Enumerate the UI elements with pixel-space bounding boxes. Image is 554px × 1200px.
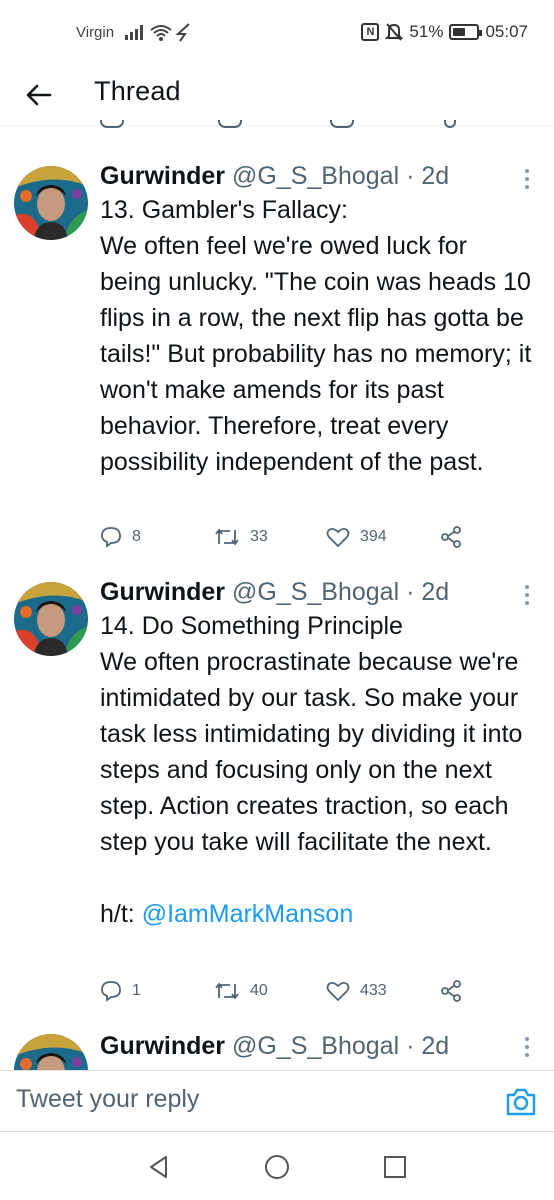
like-count: 433 <box>360 982 387 999</box>
sync-icon <box>175 23 190 42</box>
share-icon <box>441 980 461 1002</box>
author-handle[interactable]: @G_S_Bhogal <box>232 162 399 190</box>
tweet-header: Gurwinder @G_S_Bhogal · 2d <box>100 160 534 192</box>
retweet-button[interactable]: 33 <box>214 526 268 548</box>
retweet-icon <box>215 528 239 546</box>
avatar-image <box>14 1034 88 1070</box>
previous-tweet-actions <box>100 120 480 132</box>
reply-bar <box>0 1070 554 1132</box>
like-button[interactable]: 394 <box>326 526 387 548</box>
avatar-image <box>14 582 88 656</box>
reply-input[interactable] <box>16 1085 476 1114</box>
like-button[interactable]: 433 <box>326 980 387 1002</box>
tweet-header: Gurwinder @G_S_Bhogal · 2d <box>100 576 534 608</box>
battery-icon <box>449 24 483 40</box>
wifi-icon <box>150 25 172 41</box>
nav-back-icon[interactable] <box>146 1154 172 1180</box>
clock: 05:07 <box>485 22 528 41</box>
tweet-time: · 2d <box>406 162 450 190</box>
avatar[interactable] <box>14 582 88 656</box>
tweet-header: Gurwinder @G_S_Bhogal · 2d <box>100 1030 534 1062</box>
avatar[interactable] <box>14 166 88 240</box>
reply-count: 8 <box>132 528 141 545</box>
retweet-icon <box>215 982 239 1000</box>
author-handle[interactable]: @G_S_Bhogal <box>232 578 399 606</box>
system-nav-bar <box>0 1132 554 1200</box>
more-options-icon[interactable] <box>524 1036 530 1058</box>
tweet-time: · 2d <box>406 1032 450 1060</box>
signal-icon <box>125 25 143 40</box>
reply-button[interactable]: 8 <box>100 526 141 548</box>
tweet-time: · 2d <box>406 578 450 606</box>
nav-home-icon[interactable] <box>264 1154 290 1180</box>
back-arrow-icon[interactable] <box>24 80 54 110</box>
author-handle[interactable]: @G_S_Bhogal <box>232 1032 399 1060</box>
tweet-actions: 1 40 433 <box>100 980 480 1010</box>
tweet-text: 14. Do Something Principle We often proc… <box>100 608 534 932</box>
retweet-count: 33 <box>250 528 268 545</box>
retweet-count: 40 <box>250 982 268 999</box>
heart-icon <box>326 527 350 548</box>
author-name[interactable]: Gurwinder <box>100 162 225 190</box>
nfc-icon: N <box>361 23 380 41</box>
more-options-icon[interactable] <box>524 584 530 606</box>
tweet-item[interactable]: Gurwinder @G_S_Bhogal · 2d <box>0 1030 554 1070</box>
nav-recents-icon[interactable] <box>382 1154 408 1180</box>
carrier-label: Virgin <box>76 24 115 41</box>
page-title: Thread <box>94 76 181 106</box>
reply-count: 1 <box>132 982 141 999</box>
avatar[interactable] <box>14 1034 88 1070</box>
like-count: 394 <box>360 528 387 545</box>
tweet-actions: 8 33 394 <box>100 526 480 556</box>
tweet-text: 13. Gambler's Fallacy: We often feel we'… <box>100 196 532 476</box>
reply-icon <box>101 981 121 1002</box>
battery-percent: 51% <box>409 22 444 41</box>
share-icon <box>441 526 461 548</box>
heart-icon <box>326 981 350 1002</box>
app-header: Thread <box>0 66 554 126</box>
more-options-icon[interactable] <box>524 168 530 190</box>
status-bar: Virgin N 51% 05:07 <box>0 0 554 66</box>
mute-icon <box>385 23 404 41</box>
avatar-image <box>14 166 88 240</box>
reply-button[interactable]: 1 <box>100 980 141 1002</box>
tweet-text-body: 14. Do Something Principle We often proc… <box>100 612 523 928</box>
camera-icon[interactable] <box>504 1085 538 1119</box>
retweet-button[interactable]: 40 <box>214 980 268 1002</box>
reply-icon <box>101 527 121 548</box>
author-name[interactable]: Gurwinder <box>100 1032 225 1060</box>
author-name[interactable]: Gurwinder <box>100 578 225 606</box>
share-button[interactable] <box>440 980 462 1002</box>
mention-link[interactable]: @IamMarkManson <box>142 900 354 928</box>
share-button[interactable] <box>440 526 462 548</box>
